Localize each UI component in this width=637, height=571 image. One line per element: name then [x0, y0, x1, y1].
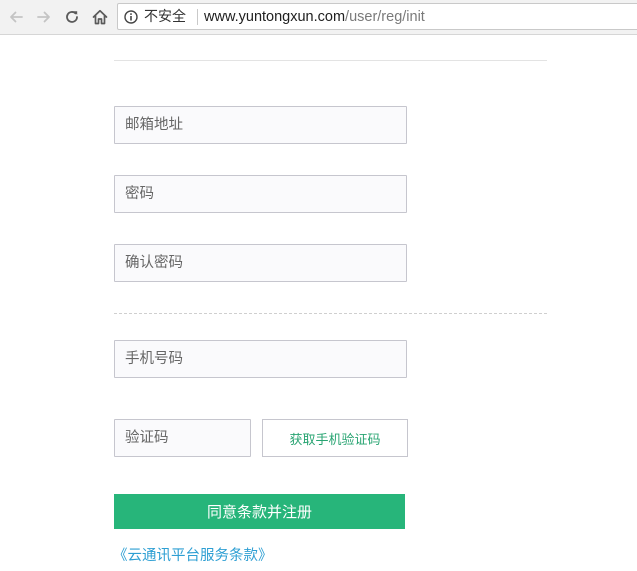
verification-code-field[interactable] [114, 419, 251, 457]
back-button[interactable] [4, 5, 28, 29]
password-field[interactable] [114, 175, 407, 213]
phone-field[interactable] [114, 340, 407, 378]
confirm-password-field[interactable] [114, 244, 407, 282]
top-divider [114, 60, 547, 61]
omnibox-separator [197, 9, 198, 25]
reload-button[interactable] [60, 5, 84, 29]
security-label[interactable]: 不安全 [144, 8, 186, 26]
home-button[interactable] [88, 5, 112, 29]
forward-arrow-icon [37, 11, 50, 23]
browser-toolbar: 不安全 www.yuntongxun.com/user/reg/init [0, 0, 637, 35]
back-arrow-icon [10, 11, 23, 23]
info-circle-icon[interactable] [124, 10, 138, 24]
home-icon [92, 9, 108, 25]
email-field[interactable] [114, 106, 407, 144]
reload-icon [66, 11, 78, 23]
agree-and-register-button[interactable]: 同意条款并注册 [114, 494, 405, 529]
url-path: /user/reg/init [345, 9, 425, 25]
address-bar[interactable]: 不安全 www.yuntongxun.com/user/reg/init [117, 3, 637, 30]
forward-button[interactable] [32, 5, 56, 29]
terms-of-service-link[interactable]: 《云通讯平台服务条款》 [113, 544, 273, 565]
url-text[interactable]: www.yuntongxun.com/user/reg/init [204, 8, 425, 26]
section-divider [114, 313, 547, 314]
url-host: www.yuntongxun.com [204, 9, 346, 25]
get-sms-code-button[interactable]: 获取手机验证码 [262, 419, 408, 457]
